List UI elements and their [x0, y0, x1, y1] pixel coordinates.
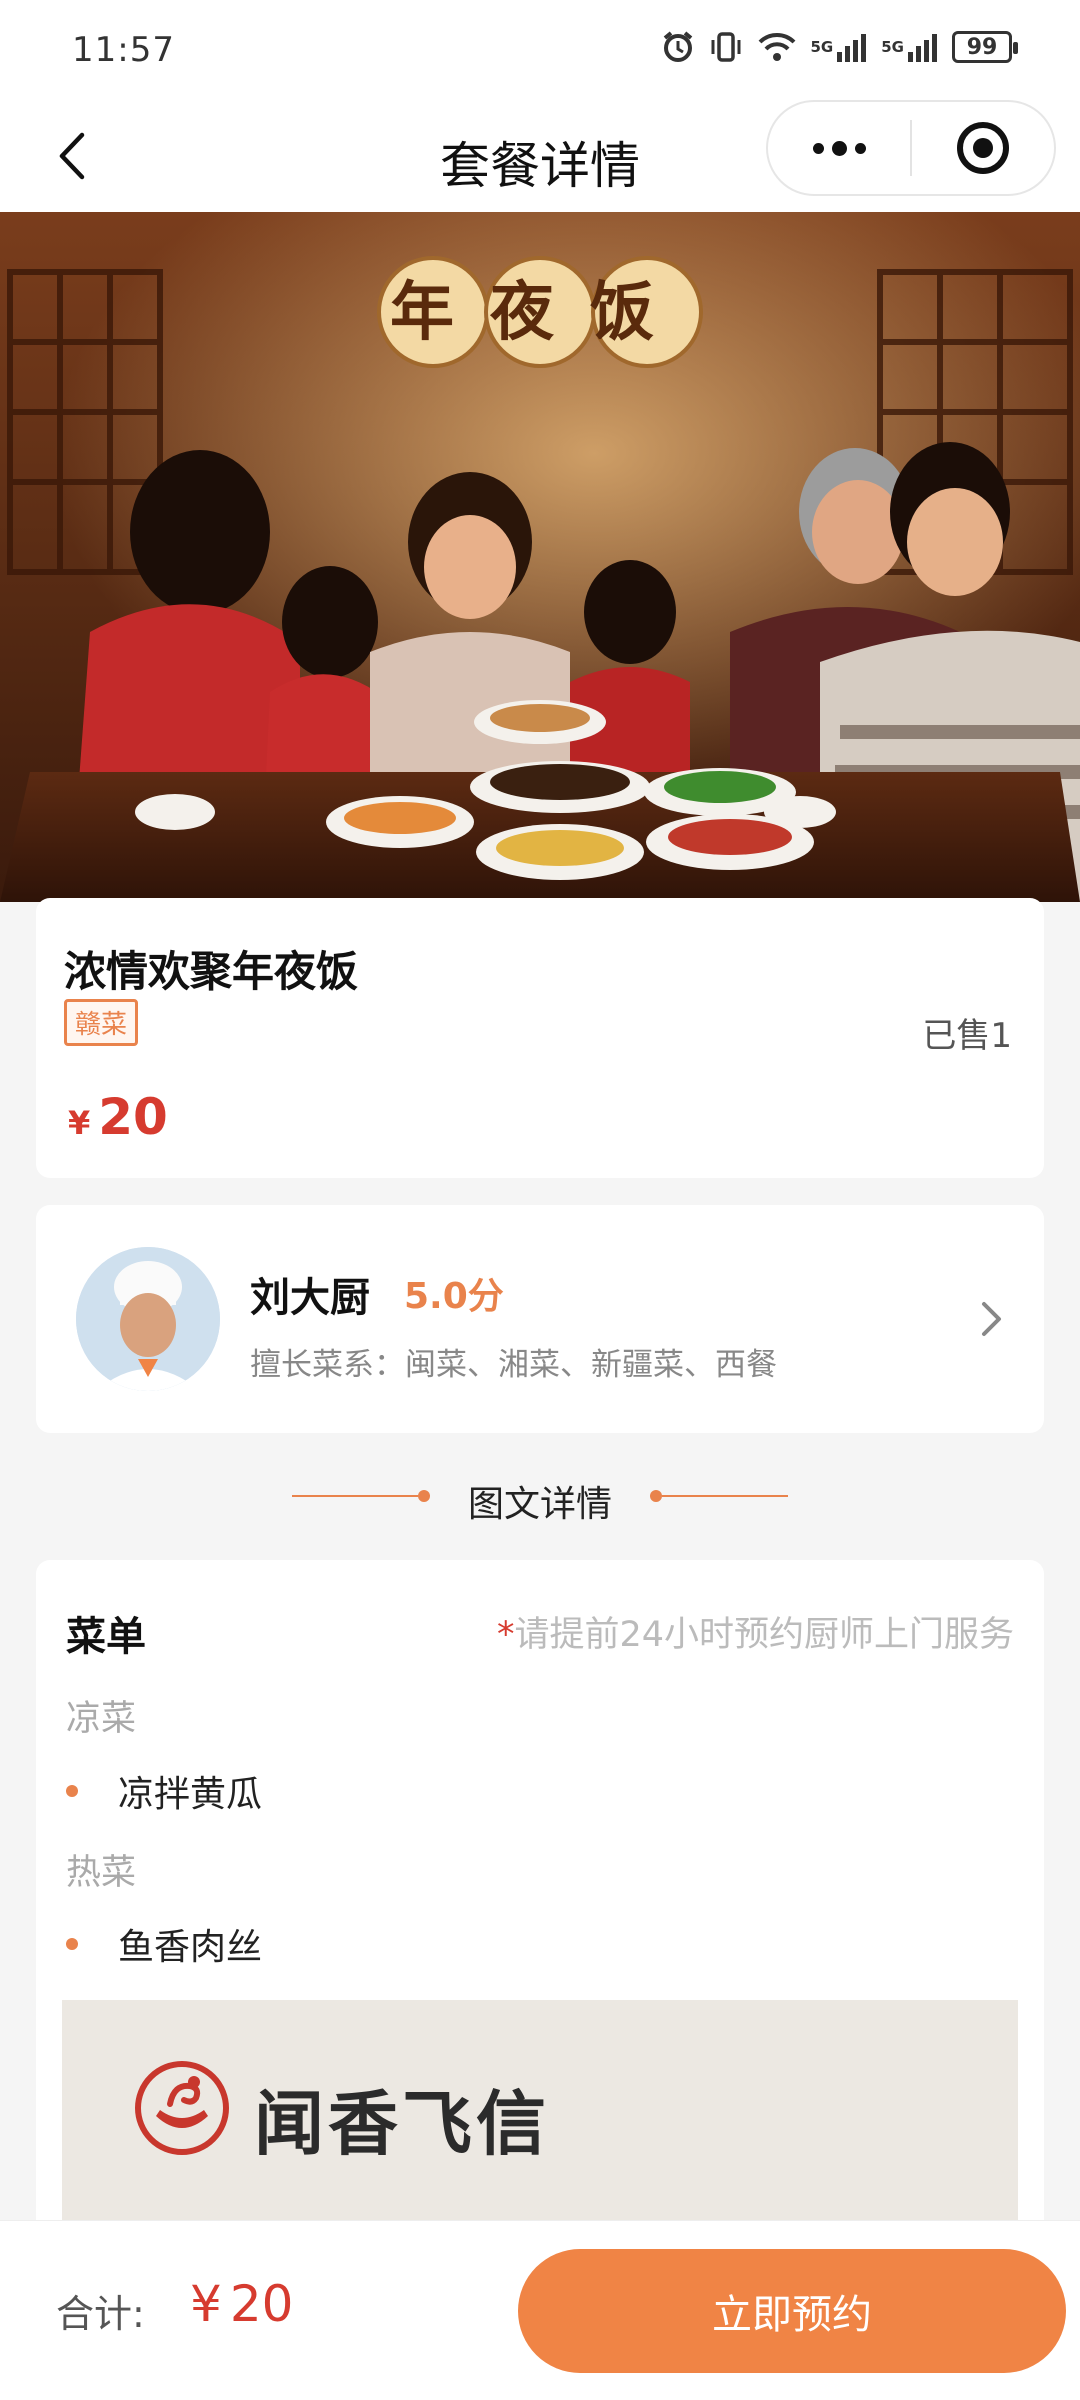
target-circle-icon	[957, 122, 1009, 174]
heading-line-left	[292, 1495, 418, 1497]
menu-category: 热菜	[66, 1853, 137, 1893]
hero-image: 年夜饭	[0, 212, 1080, 902]
status-bar: 11:57 5G 5G 99	[0, 0, 1080, 100]
dish-name: 凉拌黄瓜	[118, 1774, 263, 1815]
status-time: 11:57	[72, 30, 175, 70]
status-icons: 5G 5G 99	[661, 30, 1018, 64]
chevron-left-icon	[59, 132, 85, 180]
back-button[interactable]	[40, 124, 104, 188]
chef-avatar	[76, 1247, 220, 1391]
heading-dot-right	[650, 1490, 662, 1502]
signal-icon-1: 5G	[811, 32, 868, 62]
brand-logo-icon	[135, 2061, 229, 2155]
brand-banner: 闻香飞信	[62, 2000, 1018, 2240]
chef-name: 刘大厨	[250, 1275, 370, 1321]
product-card: 浓情欢聚年夜饭 赣菜 已售1 ¥20	[36, 898, 1044, 1178]
bottom-bar: 合计: ¥20 立即预约	[0, 2220, 1080, 2400]
book-now-button[interactable]: 立即预约	[518, 2249, 1066, 2373]
close-mini-program-button[interactable]	[912, 102, 1054, 194]
alarm-icon	[661, 30, 695, 64]
more-button[interactable]	[768, 102, 910, 194]
wifi-icon	[757, 30, 797, 64]
price-value: 20	[98, 1088, 168, 1146]
booking-note: *请提前24小时预约厨师上门服务	[496, 1615, 1014, 1655]
battery-icon: 99	[952, 31, 1018, 63]
chef-score: 5.0分	[404, 1276, 504, 1317]
menu-title: 菜单	[66, 1614, 146, 1660]
svg-text:年夜饭: 年夜饭	[390, 275, 690, 350]
hero-badge: 年夜饭	[377, 256, 703, 368]
family-dinner-illustration: 年夜饭	[0, 212, 1080, 902]
nav-bar: 套餐详情	[0, 100, 1080, 212]
menu-card: 菜单 *请提前24小时预约厨师上门服务 凉菜 凉拌黄瓜 热菜 鱼香肉丝 闻香飞信	[36, 1560, 1044, 2240]
total-price: ¥20	[190, 2275, 294, 2333]
dish-name: 鱼香肉丝	[118, 1927, 263, 1968]
detail-section-title: 图文详情	[467, 1484, 612, 1525]
product-price: ¥20	[68, 1088, 168, 1146]
dish-bullet	[66, 1785, 78, 1797]
chevron-right-icon	[962, 1289, 1022, 1349]
product-name: 浓情欢聚年夜饭	[64, 947, 359, 996]
heading-dot-left	[418, 1490, 430, 1502]
total-label: 合计:	[56, 2292, 145, 2336]
brand-name: 闻香飞信	[254, 2083, 550, 2165]
vibrate-icon	[709, 30, 743, 64]
more-dots-icon	[812, 140, 866, 156]
cuisine-tag: 赣菜	[64, 999, 139, 1046]
price-currency: ¥	[68, 1104, 91, 1142]
detail-section-heading: 图文详情	[0, 1465, 1080, 1525]
menu-dish: 鱼香肉丝	[66, 1918, 262, 1970]
chef-cuisine: 擅长菜系：闽菜、湘菜、新疆菜、西餐	[250, 1347, 777, 1383]
menu-dish: 凉拌黄瓜	[66, 1765, 262, 1817]
heading-line-right	[662, 1495, 788, 1497]
mini-program-capsule	[766, 100, 1056, 196]
chef-card[interactable]: 刘大厨 5.0分 擅长菜系：闽菜、湘菜、新疆菜、西餐	[36, 1205, 1044, 1433]
signal-icon-2: 5G	[881, 32, 938, 62]
sold-count: 已售1	[922, 1016, 1012, 1056]
menu-category: 凉菜	[66, 1699, 137, 1739]
dish-bullet	[66, 1938, 78, 1950]
